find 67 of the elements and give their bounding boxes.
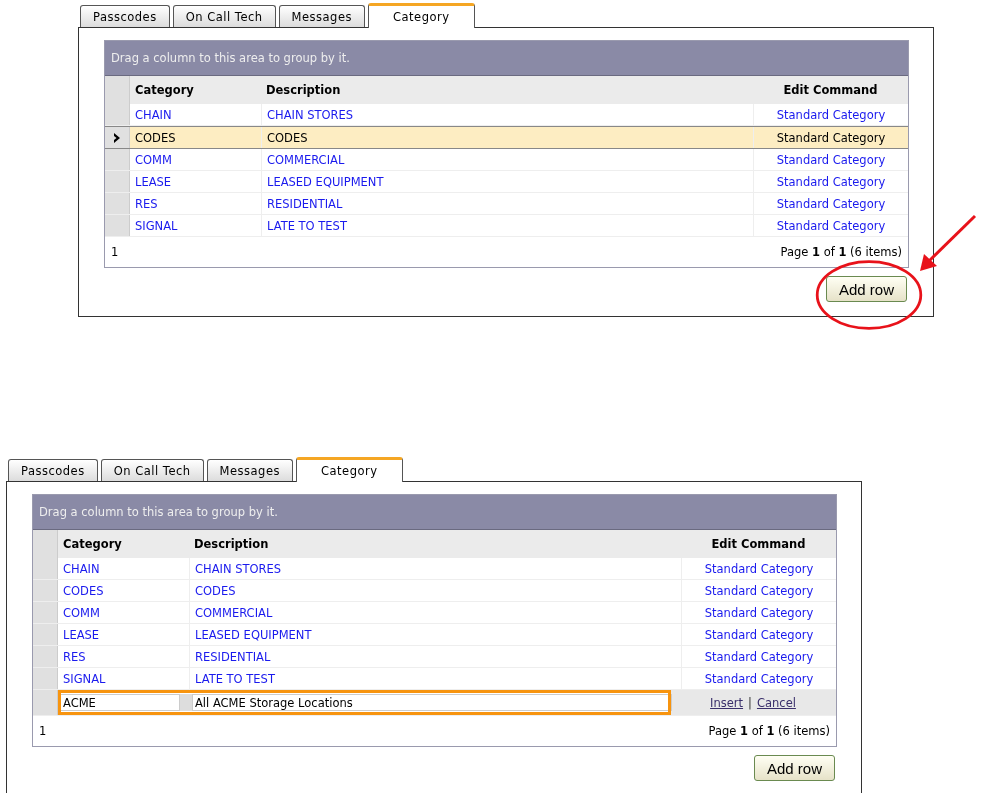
add-row-button[interactable]: Add row	[825, 276, 907, 302]
table-cell: LEASED EQUIPMENT	[261, 171, 753, 192]
edit-link[interactable]: Standard Category	[681, 668, 836, 689]
table-cell: CHAIN STORES	[189, 558, 681, 579]
table-cell-text: CODES	[134, 129, 177, 147]
table-cell-text: SIGNAL	[134, 217, 179, 235]
table-cell: LATE TO TEST	[189, 668, 681, 689]
separator: |	[748, 695, 752, 710]
add-row-button[interactable]: Add row	[753, 755, 835, 781]
edit-link[interactable]: Standard Category	[753, 193, 908, 214]
table-cell-text: SIGNAL	[62, 670, 107, 688]
tab[interactable]: On Call Tech	[100, 459, 204, 481]
tab[interactable]: Messages	[278, 5, 365, 27]
edit-link[interactable]: Standard Category	[753, 171, 908, 192]
tab[interactable]: Category	[368, 3, 475, 28]
column-header[interactable]: Description	[189, 530, 681, 558]
row-indicator	[33, 690, 58, 715]
column-header[interactable]: Edit Command	[681, 530, 836, 558]
chevron-icon	[113, 132, 121, 143]
edit-link[interactable]: Standard Category	[681, 646, 836, 667]
column-header[interactable]: Category	[58, 530, 189, 558]
column-header[interactable]: Edit Command	[753, 76, 908, 104]
table-cell-text: CHAIN	[134, 106, 173, 124]
table-cell-text: LEASE	[62, 626, 101, 644]
edit-link[interactable]: Standard Category	[753, 127, 908, 148]
edit-link[interactable]: Standard Category	[681, 624, 836, 645]
edit-link[interactable]: Standard Category	[681, 558, 836, 579]
input-field[interactable]: ACME	[60, 694, 180, 711]
edit-link[interactable]: Standard Category	[681, 580, 836, 601]
group-hint: Drag a column to this area to group by it.	[111, 51, 350, 65]
row-indicator[interactable]	[105, 127, 130, 148]
tab[interactable]: On Call Tech	[172, 5, 276, 27]
table-cell: LATE TO TEST	[261, 215, 753, 236]
table-cell: CODES	[189, 580, 681, 601]
table-cell: CODES	[261, 127, 753, 148]
group-hint: Drag a column to this area to group by it.	[39, 505, 278, 519]
tab[interactable]: Messages	[206, 459, 293, 481]
tab[interactable]: Category	[296, 457, 403, 482]
table-cell-text: RES	[134, 195, 159, 213]
table-cell-text: CODES	[62, 582, 105, 600]
cancel-link[interactable]: Cancel	[756, 695, 796, 710]
table-cell: LEASED EQUIPMENT	[189, 624, 681, 645]
tab[interactable]: Passcodes	[80, 5, 170, 27]
table-cell-text: COMM	[62, 604, 101, 622]
table-cell: COMMERCIAL	[189, 602, 681, 623]
table-cell-text: RES	[62, 648, 87, 666]
page-number[interactable]: 1	[39, 724, 47, 738]
edit-link[interactable]: Standard Category	[753, 215, 908, 236]
tab[interactable]: Passcodes	[8, 459, 98, 481]
table-cell-text: LEASE	[134, 173, 173, 191]
table-cell: RESIDENTIAL	[189, 646, 681, 667]
edit-link[interactable]: Standard Category	[681, 602, 836, 623]
pointer-arrow	[918, 214, 978, 274]
input-field[interactable]: All ACME Storage Locations	[192, 694, 672, 711]
page-summary: Page 1 of 1 (6 items)	[708, 724, 830, 738]
table-cell-text: CHAIN	[62, 560, 101, 578]
column-header[interactable]: Description	[261, 76, 753, 104]
insert-link[interactable]: Insert	[710, 695, 744, 710]
edit-link[interactable]: Standard Category	[753, 104, 908, 125]
column-header[interactable]: Category	[130, 76, 261, 104]
edit-link[interactable]: Standard Category	[753, 149, 908, 170]
table-cell: COMMERCIAL	[261, 149, 753, 170]
table-cell: RESIDENTIAL	[261, 193, 753, 214]
page-number[interactable]: 1	[111, 245, 119, 259]
page-summary: Page 1 of 1 (6 items)	[780, 245, 902, 259]
table-cell-text: COMM	[134, 151, 173, 169]
table-cell: CHAIN STORES	[261, 104, 753, 125]
